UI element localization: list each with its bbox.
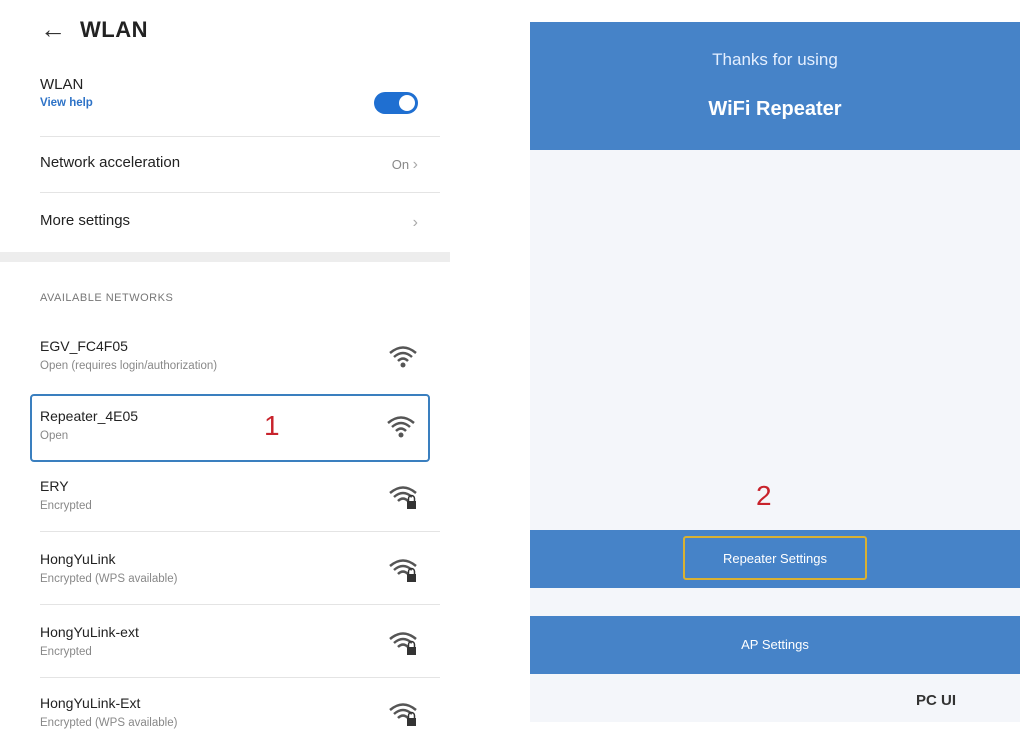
network-acceleration-row[interactable]: Network acceleration On ›	[40, 154, 440, 184]
network-status: Encrypted (WPS available)	[40, 717, 178, 729]
network-ssid: EGV_FC4F05	[40, 338, 128, 354]
divider	[40, 677, 440, 678]
network-item[interactable]: HongYuLink Encrypted (WPS available)	[30, 539, 430, 601]
available-networks-heading: AVAILABLE NETWORKS	[40, 292, 174, 304]
wifi-lock-icon	[389, 703, 417, 726]
wifi-lock-icon	[389, 559, 417, 582]
more-settings-row[interactable]: More settings ›	[40, 212, 440, 242]
chevron-right-icon: ›	[412, 156, 418, 173]
ap-settings-bar: AP Settings	[530, 616, 1020, 674]
network-acceleration-value: On	[391, 157, 410, 172]
network-status: Encrypted	[40, 500, 92, 512]
divider	[40, 531, 440, 532]
network-status: Encrypted (WPS available)	[40, 573, 178, 585]
wifi-icon	[387, 416, 415, 438]
network-ssid: HongYuLink-ext	[40, 624, 139, 640]
network-ssid: Repeater_4E05	[40, 408, 139, 424]
divider	[40, 604, 440, 605]
network-ssid: HongYuLink-Ext	[40, 695, 141, 711]
network-ssid: HongYuLink	[40, 551, 116, 567]
repeater-web-ui: Thanks for using WiFi Repeater 2 Repeate…	[530, 22, 1020, 722]
section-divider	[0, 252, 450, 262]
wlan-label: WLAN	[40, 76, 84, 93]
repeater-settings-bar: Repeater Settings	[530, 530, 1020, 588]
more-settings-label: More settings	[40, 212, 131, 229]
wifi-lock-icon	[389, 486, 417, 509]
wlan-toggle-row[interactable]: WLAN View help	[40, 76, 440, 132]
step-2-annotation: 2	[756, 480, 772, 511]
wlan-settings-screen: ← WLAN WLAN View help Network accelerati…	[0, 0, 470, 745]
wifi-lock-icon	[389, 632, 417, 655]
app-title: WiFi Repeater	[708, 98, 842, 120]
network-item[interactable]: ERY Encrypted	[30, 466, 430, 528]
pc-ui-link[interactable]: PC UI	[916, 692, 956, 709]
network-item[interactable]: EGV_FC4F05 Open (requires login/authoriz…	[30, 326, 430, 388]
divider	[40, 192, 440, 193]
network-ssid: ERY	[40, 478, 69, 494]
chevron-right-icon: ›	[412, 214, 418, 231]
step-1-annotation: 1	[264, 410, 280, 441]
wlan-toggle[interactable]	[374, 92, 418, 114]
network-item-highlighted[interactable]: Repeater_4E05 Open	[30, 394, 430, 462]
app-header: Thanks for using WiFi Repeater	[530, 22, 1020, 150]
thanks-text: Thanks for using	[712, 50, 838, 69]
network-status: Open	[40, 430, 69, 442]
divider	[40, 136, 440, 137]
page-title: WLAN	[80, 16, 148, 42]
highlight-box	[683, 536, 867, 580]
network-item[interactable]: HongYuLink-ext Encrypted	[30, 612, 430, 674]
network-acceleration-label: Network acceleration	[40, 154, 181, 171]
network-item[interactable]: HongYuLink-Ext Encrypted (WPS available)	[30, 683, 430, 745]
arrow-left-icon[interactable]: ←	[40, 14, 80, 45]
ap-settings-button[interactable]: AP Settings	[530, 637, 1020, 652]
network-status: Open (requires login/authorization)	[40, 360, 218, 372]
wifi-icon	[389, 346, 417, 368]
network-status: Encrypted	[40, 646, 92, 658]
header: ← WLAN	[40, 14, 148, 45]
